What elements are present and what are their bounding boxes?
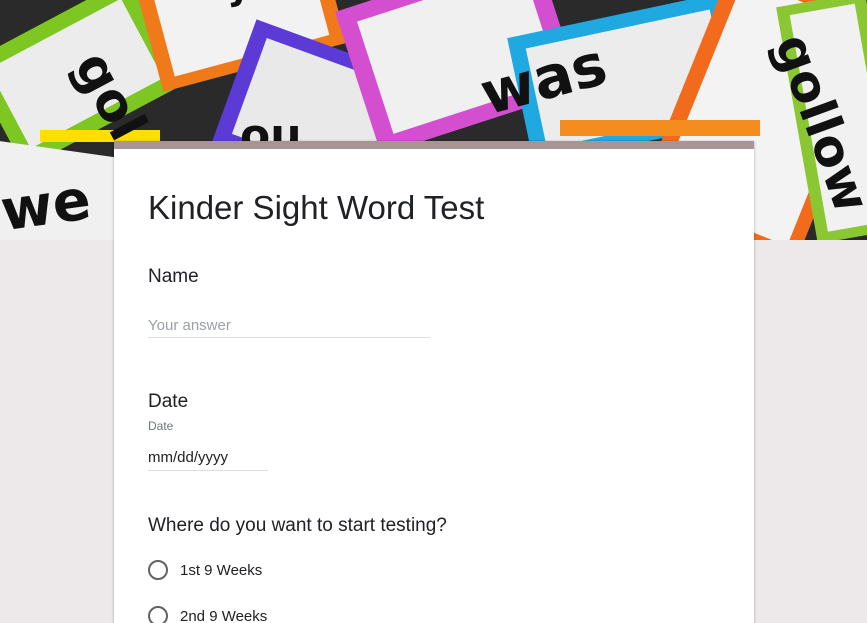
radio-option-2nd-9-weeks[interactable]: 2nd 9 Weeks (148, 604, 267, 623)
question-date-subtitle: Date (148, 419, 174, 433)
svg-text:we: we (0, 167, 95, 240)
radio-button[interactable] (148, 606, 168, 623)
name-input[interactable] (148, 313, 430, 338)
radio-option-1st-9-weeks[interactable]: 1st 9 Weeks (148, 558, 262, 582)
form-title: Kinder Sight Word Test (148, 189, 485, 226)
radio-label: 1st 9 Weeks (180, 561, 263, 579)
question-name-title: Name (148, 266, 199, 287)
date-input[interactable]: mm/dd/yyyy (148, 446, 268, 471)
radio-button[interactable] (148, 560, 168, 580)
form-page: gol was gollow we ou y Kinder Sight Word… (0, 0, 867, 623)
form-card: Kinder Sight Word Test Name Date Date mm… (114, 141, 754, 623)
radio-label: 2nd 9 Weeks (180, 607, 268, 623)
question-date-title: Date (148, 391, 189, 412)
question-start-title: Where do you want to start testing? (148, 515, 447, 536)
